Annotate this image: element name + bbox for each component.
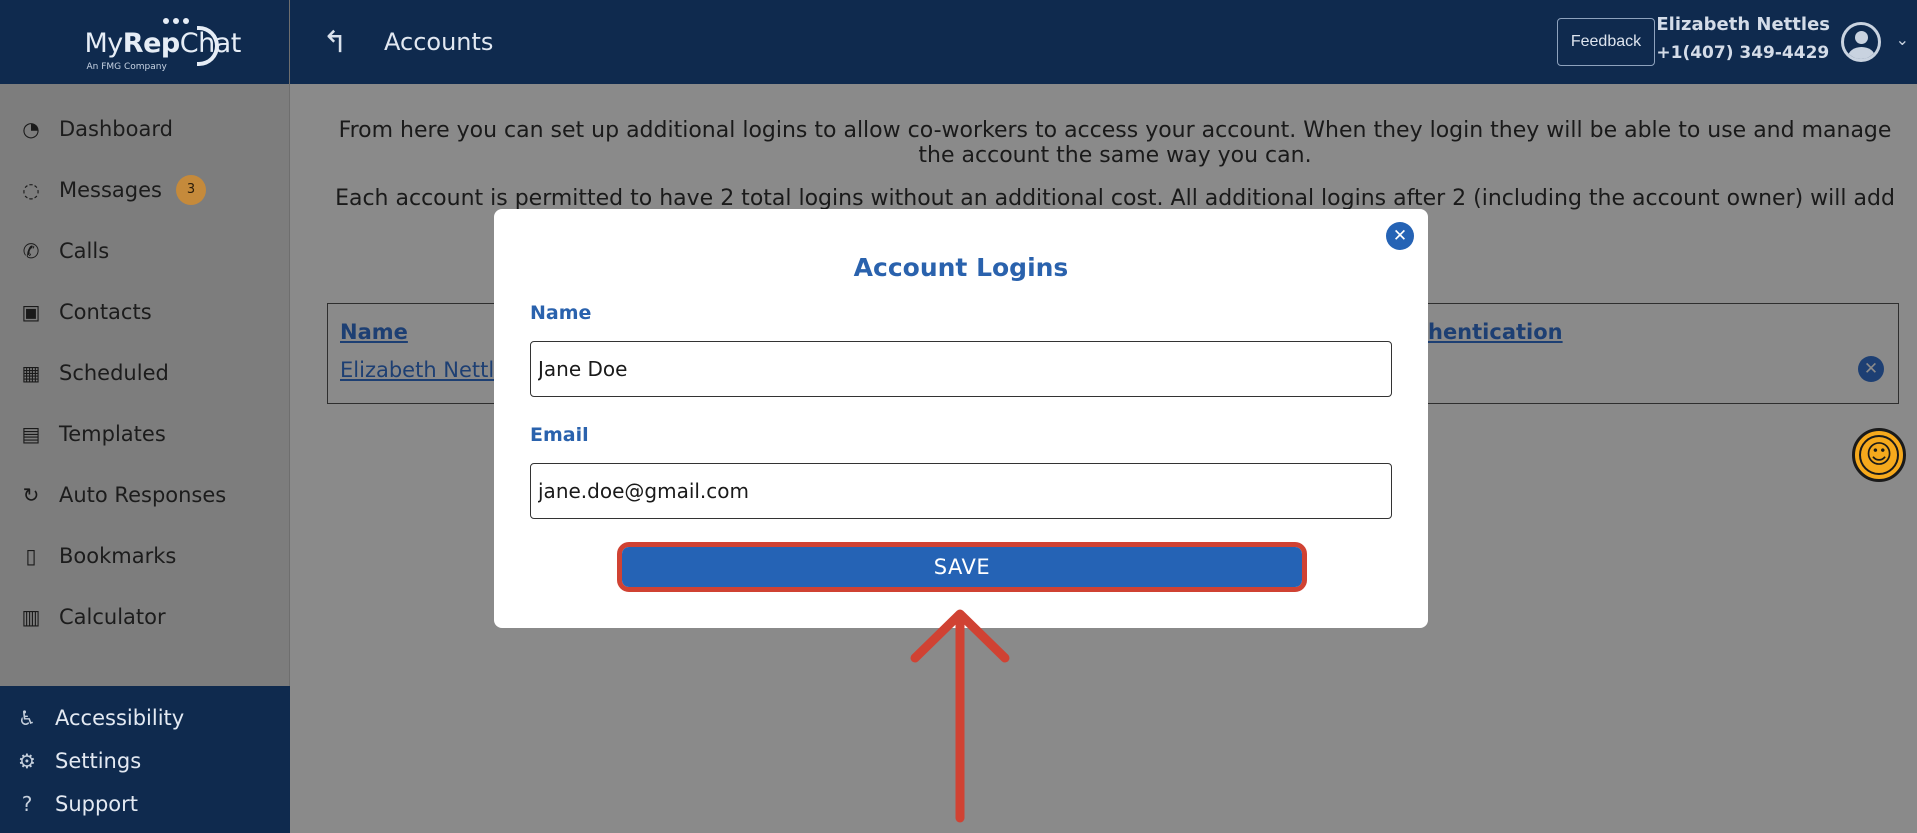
sidebar-item-accessibility[interactable]: ♿ Accessibility <box>0 696 290 739</box>
accessibility-person-icon: ☺ <box>1859 435 1899 475</box>
sidebar-item-templates[interactable]: ▤ Templates <box>0 403 289 464</box>
sidebar-item-label: Calculator <box>59 604 166 629</box>
email-input[interactable] <box>530 463 1392 519</box>
accessibility-widget-button[interactable]: ☺ <box>1852 428 1906 482</box>
sidebar-item-label: Support <box>55 791 139 816</box>
intro-paragraph: From here you can set up additional logi… <box>338 118 1892 168</box>
table-row-name-link[interactable]: Elizabeth Nettle <box>340 358 507 382</box>
user-avatar-icon[interactable] <box>1841 22 1881 62</box>
save-button[interactable]: SAVE <box>622 547 1302 587</box>
speedometer-icon: ◔ <box>22 116 40 141</box>
calendar-icon: ▦ <box>21 360 41 385</box>
phone-icon: ✆ <box>22 238 40 263</box>
save-button-highlight: SAVE <box>617 542 1307 592</box>
sidebar-item-label: Templates <box>59 421 166 446</box>
column-header-name[interactable]: Name <box>340 320 408 344</box>
chat-bubble-icon: ◌ <box>22 177 40 202</box>
sidebar-nav: ◔ Dashboard ◌ Messages 3 ✆ Calls ▣ Conta… <box>0 84 289 647</box>
bookmark-icon: ▯ <box>25 543 37 568</box>
user-info[interactable]: Elizabeth Nettles +1(407) 349-4429 <box>1656 14 1830 63</box>
back-arrow-icon[interactable]: ↰ <box>318 25 352 60</box>
sidebar: MyRepChat An FMG Company ◔ Dashboard ◌ M… <box>0 0 290 833</box>
sidebar-item-auto-responses[interactable]: ↻ Auto Responses <box>0 464 289 525</box>
sidebar-item-calculator[interactable]: ▥ Calculator <box>0 586 289 647</box>
contact-card-icon: ▣ <box>21 299 41 324</box>
unread-count-badge: 3 <box>175 174 206 205</box>
user-phone: +1(407) 349-4429 <box>1656 43 1830 63</box>
sidebar-item-label: Auto Responses <box>59 482 227 507</box>
logo-area: MyRepChat An FMG Company <box>0 0 289 84</box>
gear-icon: ⚙ <box>18 748 36 773</box>
page-title: Accounts <box>384 28 494 56</box>
sidebar-item-label: Scheduled <box>59 360 169 385</box>
help-circle-icon: ? <box>21 791 33 816</box>
sidebar-item-label: Bookmarks <box>59 543 177 568</box>
logo-dots <box>162 18 189 24</box>
sidebar-item-label: Settings <box>55 748 142 773</box>
sidebar-item-settings[interactable]: ⚙ Settings <box>0 739 290 782</box>
intro-paragraph-2: Each account is permitted to have 2 tota… <box>335 186 1895 211</box>
sidebar-item-label: Calls <box>59 238 110 263</box>
sidebar-footer: ♿ Accessibility ⚙ Settings ? Support <box>0 686 290 833</box>
modal-title: Account Logins <box>853 253 1069 282</box>
delete-row-icon[interactable]: ✕ <box>1858 356 1884 382</box>
email-label: Email <box>530 424 589 446</box>
top-header: ↰ Accounts Feedback Elizabeth Nettles +1… <box>290 0 1917 84</box>
sidebar-item-messages[interactable]: ◌ Messages 3 <box>0 159 289 220</box>
sidebar-item-bookmarks[interactable]: ▯ Bookmarks <box>0 525 289 586</box>
feedback-button[interactable]: Feedback <box>1557 18 1655 66</box>
sidebar-item-scheduled[interactable]: ▦ Scheduled <box>0 342 289 403</box>
close-icon[interactable]: ✕ <box>1386 222 1414 250</box>
calculator-icon: ▥ <box>21 604 41 629</box>
app-logo[interactable]: MyRepChat An FMG Company <box>65 12 241 72</box>
sidebar-item-dashboard[interactable]: ◔ Dashboard <box>0 98 289 159</box>
sidebar-item-label: Accessibility <box>55 705 185 730</box>
sidebar-item-label: Dashboard <box>59 116 173 141</box>
sidebar-item-contacts[interactable]: ▣ Contacts <box>0 281 289 342</box>
document-icon: ▤ <box>21 421 41 446</box>
refresh-icon: ↻ <box>22 482 40 507</box>
logo-subtitle: An FMG Company <box>86 62 167 72</box>
sidebar-item-label: Messages <box>59 177 162 202</box>
accessibility-person-icon: ♿ <box>18 705 36 730</box>
chevron-down-icon[interactable]: ⌄ <box>1896 30 1909 49</box>
name-label: Name <box>530 302 592 324</box>
name-input[interactable] <box>530 341 1392 397</box>
sidebar-item-calls[interactable]: ✆ Calls <box>0 220 289 281</box>
account-logins-modal: ✕ Account Logins Name Email SAVE <box>494 209 1428 628</box>
user-name: Elizabeth Nettles <box>1656 14 1830 35</box>
sidebar-item-label: Contacts <box>59 299 152 324</box>
annotation-arrow-icon <box>910 609 1010 823</box>
sidebar-item-support[interactable]: ? Support <box>0 782 290 825</box>
